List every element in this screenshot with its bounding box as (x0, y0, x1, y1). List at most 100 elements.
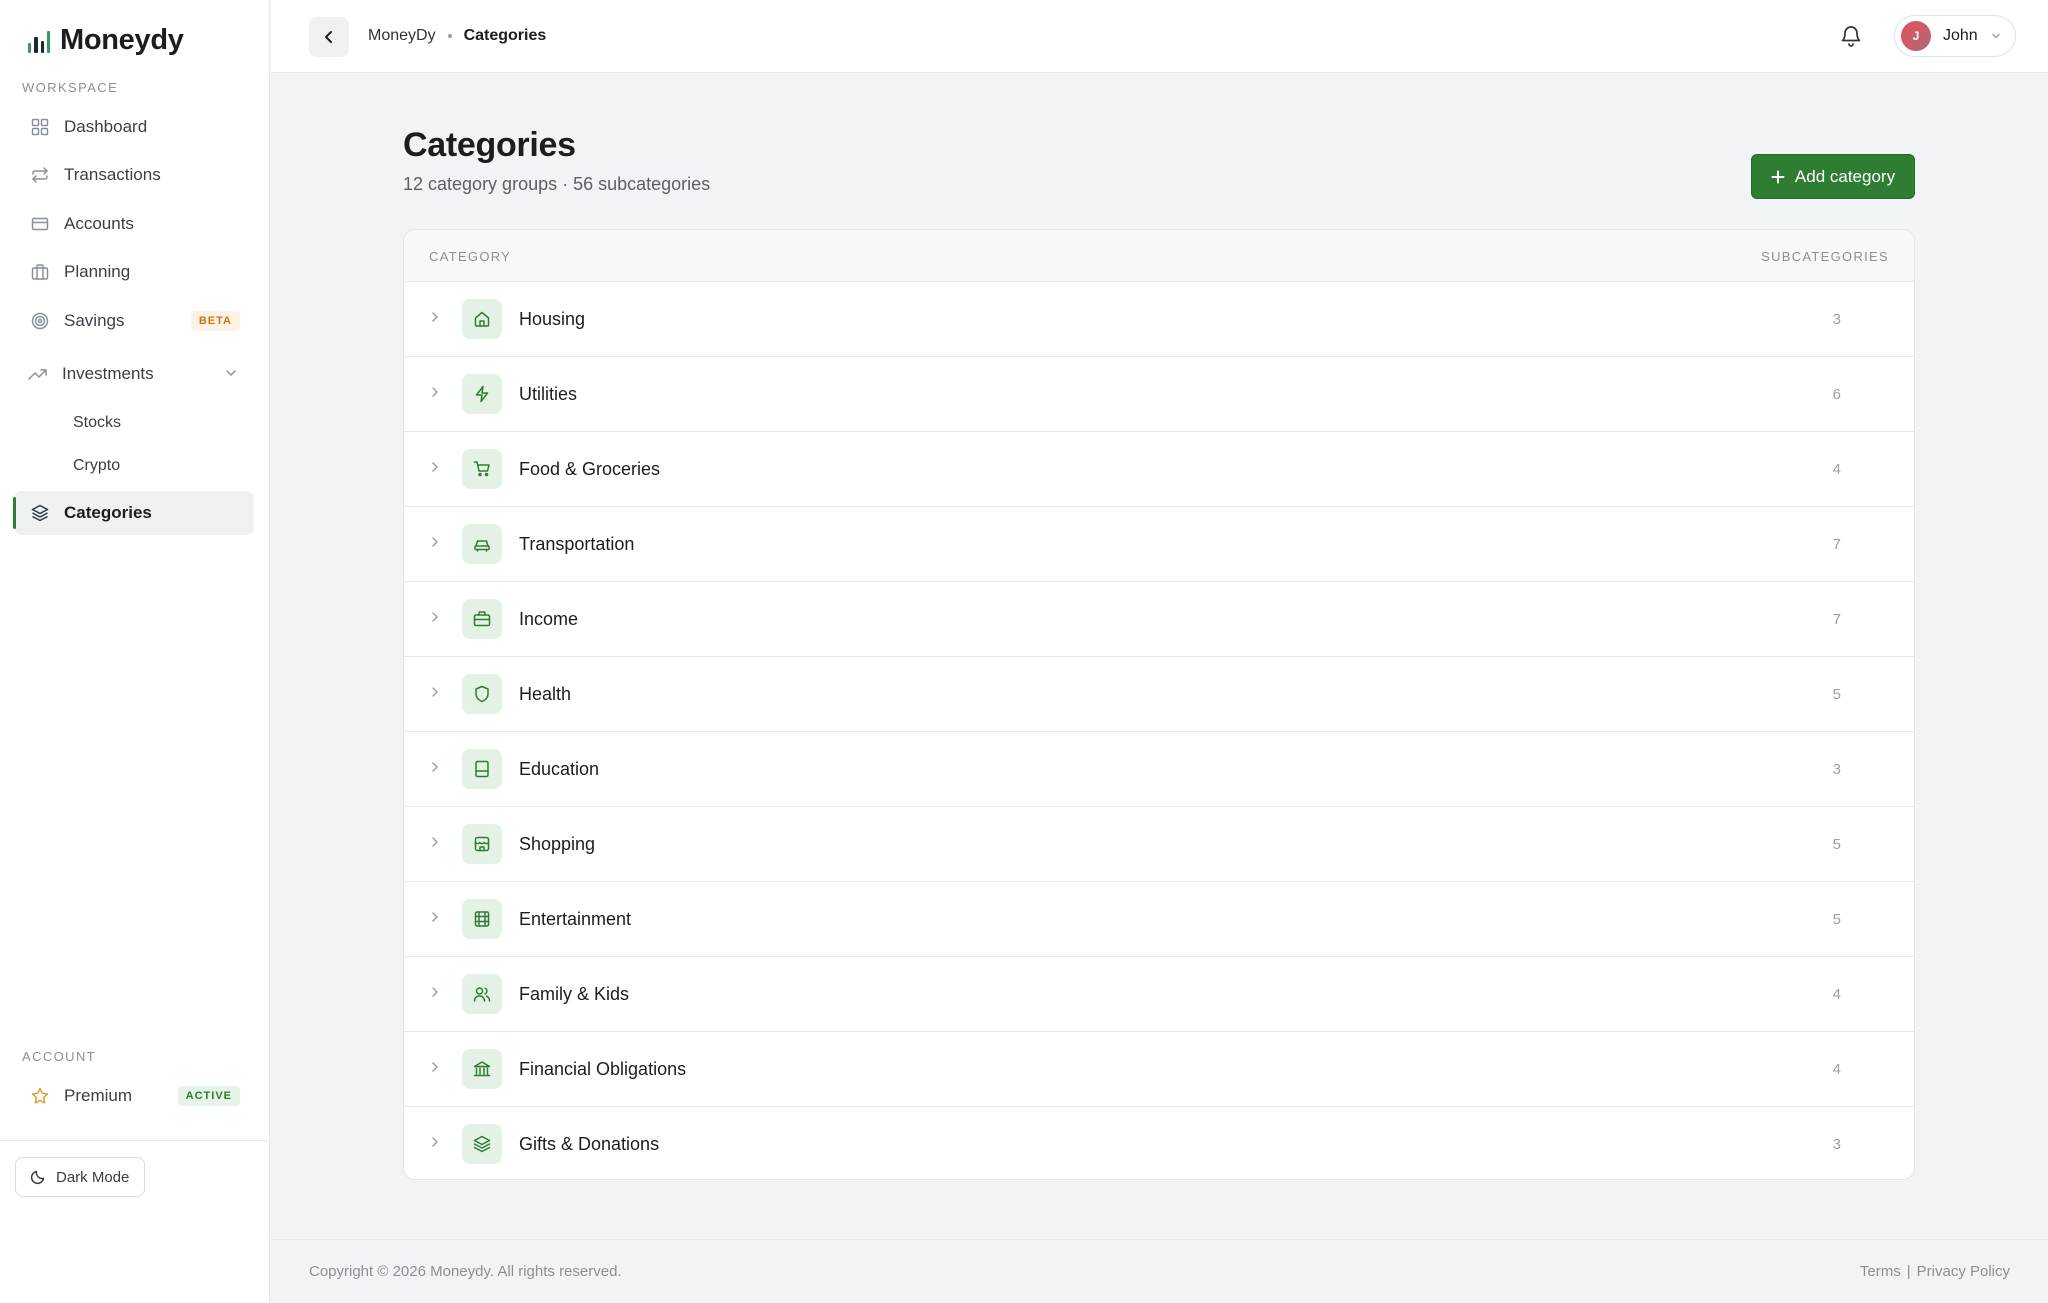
swap-icon (30, 165, 50, 185)
sidebar-item-categories[interactable]: Categories (13, 491, 254, 535)
table-row[interactable]: Health 5 (404, 657, 1914, 732)
subcategory-count: 3 (1832, 311, 1841, 328)
active-badge: ACTIVE (177, 1086, 240, 1106)
add-category-button[interactable]: Add category (1751, 154, 1915, 199)
chevron-down-icon[interactable] (224, 366, 238, 385)
table-row[interactable]: Family & Kids 4 (404, 957, 1914, 1032)
category-name: Financial Obligations (519, 1059, 687, 1079)
bar-chart-logo-icon (28, 29, 50, 53)
grid-icon (30, 117, 50, 137)
subcategory-count: 6 (1832, 386, 1841, 403)
dark-mode-toggle[interactable]: Dark Mode (15, 1157, 145, 1197)
shield-icon (462, 674, 502, 714)
sidebar-subitem-stocks[interactable]: Stocks (73, 414, 121, 432)
terms-link[interactable]: Terms (1860, 1263, 1901, 1280)
sidebar-item-premium[interactable]: Premium ACTIVE (14, 1074, 254, 1118)
sidebar-divider (0, 1140, 270, 1141)
sidebar-item-accounts[interactable]: Accounts (14, 202, 254, 246)
table-row[interactable]: Income 7 (404, 582, 1914, 657)
sidebar-item-dashboard[interactable]: Dashboard (14, 105, 254, 149)
subcategory-count: 3 (1832, 1136, 1841, 1153)
user-name: John (1943, 27, 1978, 44)
privacy-policy-link[interactable]: Privacy Policy (1917, 1263, 2010, 1280)
brand-name: Moneydy (60, 24, 184, 56)
category-name: Shopping (519, 834, 596, 854)
top-header: MoneyDy Categories J John (271, 0, 2048, 73)
avatar: J (1901, 21, 1931, 51)
sidebar-item-transactions[interactable]: Transactions (14, 153, 254, 197)
sidebar-item-label: Categories (64, 503, 152, 522)
footer-separator: | (1906, 1263, 1911, 1280)
chevron-right-icon[interactable] (428, 835, 442, 854)
page-title: Categories (403, 126, 576, 164)
sidebar: Moneydy WORKSPACE Dashboard Transactions… (0, 0, 270, 1303)
category-name: Entertainment (519, 909, 632, 929)
table-body: Housing 3 Utilities 6 Food & Groceries 4 Trans… (404, 282, 1914, 1179)
table-row[interactable]: Entertainment 5 (404, 882, 1914, 957)
chevron-right-icon[interactable] (428, 535, 442, 554)
category-name: Utilities (519, 384, 578, 404)
users-icon (462, 974, 502, 1014)
breadcrumb-current: Categories (463, 27, 547, 44)
store-icon (462, 824, 502, 864)
chevron-right-icon[interactable] (428, 610, 442, 629)
column-header-category: CATEGORY (429, 249, 512, 264)
table-row[interactable]: Utilities 6 (404, 357, 1914, 432)
table-row[interactable]: Financial Obligations 4 (404, 1032, 1914, 1107)
chevron-right-icon[interactable] (428, 910, 442, 929)
subcategory-count: 7 (1832, 536, 1841, 553)
chevron-right-icon[interactable] (428, 460, 442, 479)
book-icon (462, 749, 502, 789)
table-row[interactable]: Shopping 5 (404, 807, 1914, 882)
sidebar-item-label: Planning (64, 262, 131, 281)
table-header: CATEGORY SUBCATEGORIES (404, 230, 1914, 282)
table-row[interactable]: Housing 3 (404, 282, 1914, 357)
sidebar-item-label: Accounts (64, 214, 134, 233)
table-row[interactable]: Transportation 7 (404, 507, 1914, 582)
footer-links: Terms | Privacy Policy (1860, 1263, 2010, 1280)
sidebar-item-label: Transactions (64, 165, 161, 184)
chevron-right-icon[interactable] (428, 385, 442, 404)
add-category-label: Add category (1794, 166, 1896, 186)
layers-icon (462, 1124, 502, 1164)
bell-icon[interactable] (1839, 24, 1863, 48)
sidebar-item-savings[interactable]: Savings BETA (14, 299, 254, 343)
categories-table: CATEGORY SUBCATEGORIES Housing 3 Utilities… (403, 229, 1915, 1180)
subcategory-count: 4 (1832, 461, 1841, 478)
home-icon (462, 299, 502, 339)
sidebar-item-label: Dashboard (64, 117, 148, 136)
chevron-right-icon[interactable] (428, 685, 442, 704)
sidebar-item-planning[interactable]: Planning (14, 250, 254, 294)
category-name: Food & Groceries (519, 459, 661, 479)
subcategory-count: 5 (1832, 836, 1841, 853)
chevron-right-icon[interactable] (428, 1060, 442, 1079)
subcategory-count: 4 (1832, 1061, 1841, 1078)
back-button[interactable] (309, 17, 349, 57)
table-row[interactable]: Gifts & Donations 3 (404, 1107, 1914, 1179)
plus-icon (1771, 170, 1785, 184)
account-section-label: ACCOUNT (22, 1049, 97, 1064)
breadcrumb-root[interactable]: MoneyDy (368, 27, 436, 45)
briefcase-icon (462, 599, 502, 639)
brand-logo[interactable]: Moneydy (28, 24, 184, 57)
car-icon (462, 524, 502, 564)
category-name: Transportation (519, 534, 635, 554)
chevron-right-icon[interactable] (428, 1135, 442, 1154)
user-menu[interactable]: J John (1894, 15, 2016, 57)
page-subtitle: 12 category groups · 56 subcategories (403, 174, 711, 194)
sidebar-item-investments[interactable]: Investments (12, 352, 252, 396)
layers-icon (30, 503, 50, 523)
table-row[interactable]: Food & Groceries 4 (404, 432, 1914, 507)
beta-badge: BETA (190, 311, 240, 331)
table-row[interactable]: Education 3 (404, 732, 1914, 807)
chevron-right-icon[interactable] (428, 985, 442, 1004)
moon-icon (30, 1169, 46, 1185)
workspace-section-label: WORKSPACE (22, 80, 119, 95)
category-name: Income (519, 609, 579, 629)
trending-up-icon (28, 364, 48, 384)
target-icon (30, 311, 50, 331)
chevron-left-icon (322, 30, 336, 44)
chevron-right-icon[interactable] (428, 760, 442, 779)
sidebar-subitem-crypto[interactable]: Crypto (73, 457, 120, 475)
chevron-right-icon[interactable] (428, 310, 442, 329)
